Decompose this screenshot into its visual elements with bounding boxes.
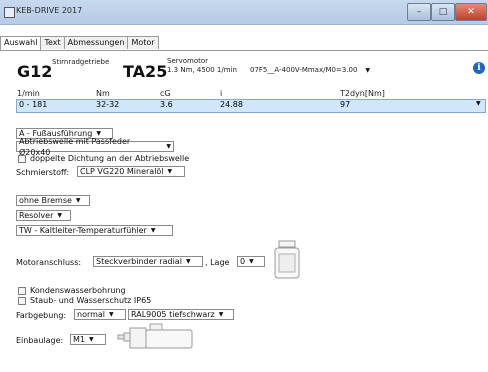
condensate-label: Kondenswasserbohrung (30, 286, 126, 295)
maximize-button[interactable]: □ (431, 3, 455, 21)
lubricant-select[interactable]: CLP VG220 Mineralöl ▼ (77, 166, 185, 177)
chevron-down-icon: ▼ (89, 336, 94, 343)
double-seal-label: doppelte Dichtung an der Abtriebswelle (30, 154, 190, 163)
paint-color-value: RAL9005 tiefschwarz (131, 310, 215, 319)
cell-ratio: 24.88 (220, 100, 243, 109)
install-position-diagram (110, 322, 200, 352)
config-dropdown[interactable]: 07F5__A-400V-Mmax/M0=3.00 ▼ (250, 66, 370, 74)
ip65-checkbox[interactable] (18, 297, 26, 305)
motor-rating: 1.3 Nm, 4500 1/min (167, 66, 237, 74)
minimize-button[interactable]: – (407, 3, 431, 21)
brake-value: ohne Bremse (19, 196, 72, 205)
paint-color-select[interactable]: RAL9005 tiefschwarz ▼ (128, 309, 234, 320)
paint-type-select[interactable]: normal ▼ (74, 309, 126, 320)
install-label: Einbaulage: (16, 336, 64, 345)
cell-cg: 3.6 (160, 100, 173, 109)
window-title: KEB-DRIVE 2017 (16, 6, 83, 15)
motor-connection-diagram (273, 240, 301, 280)
chevron-down-icon: ▼ (167, 168, 173, 175)
brake-select[interactable]: ohne Bremse ▼ (16, 195, 90, 206)
row-dropdown-arrow-icon[interactable]: ▼ (476, 100, 481, 107)
chevron-down-icon: ▼ (365, 66, 371, 74)
chevron-down-icon: ▼ (249, 258, 254, 265)
tab-abmessungen[interactable]: Abmessungen (63, 36, 129, 49)
position-select[interactable]: 0 ▼ (237, 256, 265, 267)
install-select[interactable]: M1 ▼ (70, 334, 106, 345)
sensor-value: TW - Kaltleiter-Temperaturfühler (19, 226, 147, 235)
cell-t2dyn: 97 (340, 100, 351, 109)
table-row[interactable] (16, 99, 486, 113)
ip65-label: Staub- und Wasserschutz IP65 (30, 296, 152, 305)
gear-description: Stirnradgetriebe (52, 58, 110, 66)
col-t2dyn: T2dyn[Nm] (340, 89, 385, 98)
install-value: M1 (73, 335, 85, 344)
tab-divider (0, 50, 488, 51)
double-seal-checkbox[interactable] (18, 155, 26, 163)
paint-type-value: normal (77, 310, 106, 319)
chevron-down-icon: ▼ (185, 258, 191, 265)
info-icon[interactable]: i (473, 62, 485, 74)
cell-torque: 32-32 (96, 100, 120, 109)
chevron-down-icon: ▼ (109, 311, 114, 318)
condensate-checkbox[interactable] (18, 287, 26, 295)
close-button[interactable]: ✕ (455, 3, 487, 21)
motor-connection-select[interactable]: Steckverbinder radial ▼ (93, 256, 203, 267)
col-speed: 1/min (17, 89, 40, 98)
motor-connection-label: Motoranschluss: (16, 258, 82, 267)
lubricant-value: CLP VG220 Mineralöl (80, 167, 164, 176)
paint-label: Farbgebung: (16, 311, 67, 320)
tab-auswahl[interactable]: Auswahl (0, 36, 42, 51)
lubricant-label: Schmierstoff: (16, 168, 70, 177)
app-icon (4, 7, 15, 18)
chevron-down-icon: ▼ (218, 311, 224, 318)
config-value: 07F5__A-400V-Mmax/M0=3.00 (250, 66, 358, 74)
gear-code: G12 (17, 62, 53, 81)
col-torque: Nm (96, 89, 110, 98)
chevron-down-icon: ▼ (166, 143, 171, 150)
chevron-down-icon: ▼ (150, 227, 156, 234)
feedback-value: Resolver (19, 211, 54, 220)
chevron-down-icon: ▼ (75, 197, 81, 204)
feedback-select[interactable]: Resolver ▼ (16, 210, 71, 221)
tab-motor[interactable]: Motor (127, 36, 159, 49)
cell-speed: 0 - 181 (19, 100, 48, 109)
motor-connection-value: Steckverbinder radial (96, 257, 182, 266)
sensor-select[interactable]: TW - Kaltleiter-Temperaturfühler ▼ (16, 225, 173, 236)
motor-description: Servomotor (167, 57, 209, 65)
position-value: 0 (240, 257, 246, 266)
tab-strip: Auswahl Text Abmessungen Motor (0, 36, 159, 51)
shaft-select[interactable]: Abtriebswelle mit Passfeder Ø20x40 ▼ (16, 137, 174, 157)
tab-text[interactable]: Text (40, 36, 65, 49)
col-ratio: i (220, 89, 223, 98)
col-cg: cG (160, 89, 171, 98)
motor-code: TA25 (123, 62, 168, 81)
chevron-down-icon: ▼ (57, 212, 62, 219)
position-label: , Lage (205, 258, 230, 267)
